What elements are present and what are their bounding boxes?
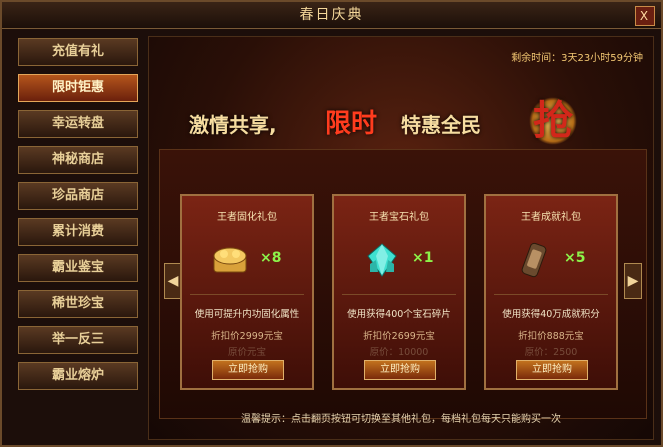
discount-price: 折扣价888元宝 [518,331,584,342]
discount-price: 折扣价2699元宝 [363,331,435,342]
card-description: 使用可提升内功固化属性 [194,309,300,320]
hint-text: 温馨提示：点击翻页按钮可切换至其他礼包，每档礼包每天只能购买一次 [241,414,561,425]
sidebar-item-lucky-wheel[interactable]: 幸运转盘 [18,110,138,138]
offer-card: 王者成就礼包 ×5 使用获得40万成就积分 折扣价888元宝 原价：2500 立… [484,194,618,390]
window-title: 春日庆典 [299,7,364,23]
sidebar-item-limited-sale[interactable]: 限时钜惠 [18,74,138,102]
sidebar-item-recharge[interactable]: 充值有礼 [18,38,138,66]
next-page-button[interactable]: ▶ [624,263,642,299]
gold-chest-icon [213,247,247,273]
card-title: 王者成就礼包 [521,212,581,223]
main-panel: 剩余时间：3天23小时59分钟 激情共享, 限时 特惠全民 抢 ◀ ▶ 王者固化… [148,36,654,440]
banner-grab-emblem: 抢 [529,97,577,145]
buy-now-button[interactable]: 立即抢购 [364,360,436,380]
card-title: 王者宝石礼包 [369,212,429,223]
window-titlebar: 春日庆典 X [2,2,661,29]
close-button[interactable]: X [635,6,655,26]
card-divider [494,294,608,295]
banner-text-2: 限时 [325,109,378,139]
sidebar-item-rare-treasure[interactable]: 稀世珍宝 [18,290,138,318]
original-price: 原价：2500 [524,347,578,358]
original-price: 原价：10000 [369,347,429,358]
sidebar-item-treasure-shop[interactable]: 珍品商店 [18,182,138,210]
item-count: ×1 [412,250,434,266]
offer-card: 王者固化礼包 ×8 使用可提升内功固化属性 折扣价2999元宝 原价元宝 立即抢… [180,194,314,390]
achievement-token-icon [521,242,547,278]
offer-card: 王者宝石礼包 ×1 使用获得400个宝石碎片 折扣价2699元宝 原价：1000… [332,194,466,390]
card-description: 使用获得40万成就积分 [502,309,600,320]
card-title: 王者固化礼包 [217,212,277,223]
promo-banner: 激情共享, 限时 特惠全民 抢 [189,97,629,157]
item-count: ×8 [260,250,282,266]
discount-price: 折扣价2999元宝 [211,331,283,342]
sidebar-item-infer[interactable]: 举一反三 [18,326,138,354]
sidebar-item-furnace[interactable]: 霸业熔炉 [18,362,138,390]
banner-text-1: 激情共享, [189,113,277,137]
sidebar-item-spend-reward[interactable]: 累计消费 [18,218,138,246]
sidebar-item-appraisal[interactable]: 霸业鉴宝 [18,254,138,282]
card-description: 使用获得400个宝石碎片 [347,309,451,320]
gem-icon [367,243,397,277]
item-count: ×5 [564,250,586,266]
event-window: 春日庆典 X 充值有礼 限时钜惠 幸运转盘 神秘商店 珍品商店 累计消费 霸业鉴… [0,0,663,447]
card-divider [342,294,456,295]
sidebar-item-mystery-shop[interactable]: 神秘商店 [18,146,138,174]
offer-panel: ◀ ▶ 王者固化礼包 ×8 使用可提升内功固化属性 折扣价2999元宝 原价元宝… [159,149,647,419]
original-price: 原价元宝 [227,347,266,358]
card-divider [190,294,304,295]
buy-now-button[interactable]: 立即抢购 [516,360,588,380]
countdown-timer: 剩余时间：3天23小时59分钟 [511,53,643,64]
sidebar: 充值有礼 限时钜惠 幸运转盘 神秘商店 珍品商店 累计消费 霸业鉴宝 稀世珍宝 … [14,38,140,436]
buy-now-button[interactable]: 立即抢购 [212,360,284,380]
banner-text-3: 特惠全民 [401,113,481,137]
